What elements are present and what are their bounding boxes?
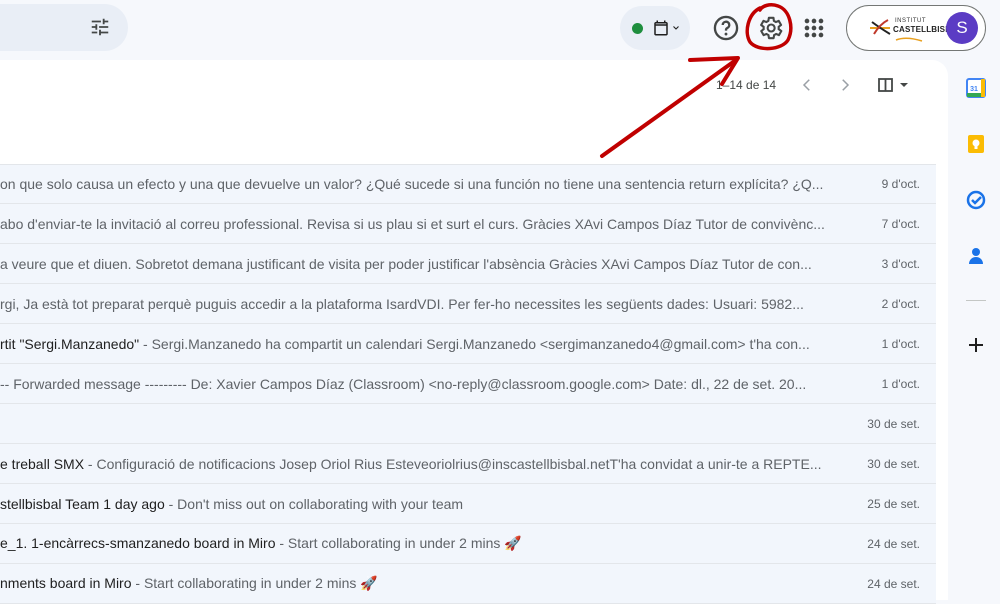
- email-snippet: - Start collaborating in under 2 mins 🚀: [131, 575, 378, 591]
- email-row-content: e treball SMX - Configuració de notifica…: [0, 456, 826, 472]
- tune-icon: [91, 18, 109, 36]
- chevron-left-icon[interactable]: [798, 76, 816, 94]
- email-row-content: rtit "Sergi.Manzanedo" - Sergi.Manzanedo…: [0, 336, 826, 352]
- contacts-icon[interactable]: [966, 246, 986, 266]
- email-row-content: abo d'enviar-te la invitació al correu p…: [0, 216, 826, 232]
- email-row-content: rgi, Ja està tot preparat perquè puguis …: [0, 296, 826, 312]
- email-subject: e treball SMX: [0, 455, 85, 472]
- email-row[interactable]: rgi, Ja està tot preparat perquè puguis …: [0, 284, 936, 324]
- email-snippet: - Sergi.Manzanedo ha compartit un calend…: [139, 335, 810, 352]
- keep-icon[interactable]: [966, 134, 986, 154]
- logo-text-institut: INSTITUT: [895, 18, 926, 24]
- help-icon[interactable]: [712, 14, 740, 42]
- email-subject: nments board in Miro: [0, 575, 132, 591]
- email-date: 30 de set.: [867, 416, 920, 431]
- email-subject: rtit "Sergi.Manzanedo": [0, 335, 140, 352]
- split-pane-icon[interactable]: [876, 76, 912, 94]
- side-panel-divider: [966, 300, 986, 301]
- email-row[interactable]: on que solo causa un efecto y una que de…: [0, 164, 936, 204]
- email-date: 2 d'oct.: [881, 296, 920, 311]
- email-date: 1 d'oct.: [881, 336, 920, 351]
- search-options-button[interactable]: [86, 13, 114, 41]
- email-list: on que solo causa un efecto y una que de…: [0, 164, 936, 604]
- email-row-content: on que solo causa un efecto y una que de…: [0, 176, 826, 192]
- email-snippet: - Configuració de notificacions Josep Or…: [84, 455, 822, 472]
- tasks-icon[interactable]: [966, 190, 986, 210]
- svg-text:31: 31: [970, 86, 978, 93]
- email-date: 1 d'oct.: [881, 376, 920, 391]
- calendar-app-icon[interactable]: 31: [966, 78, 986, 98]
- email-date: 24 de set.: [867, 576, 920, 591]
- add-icon[interactable]: [966, 335, 986, 355]
- email-row[interactable]: e_1. 1-encàrrecs-smanzanedo board in Mir…: [0, 524, 936, 564]
- email-row-content: nments board in Miro - Start collaborati…: [0, 575, 826, 592]
- email-snippet: rgi, Ja està tot preparat perquè puguis …: [0, 295, 804, 312]
- email-row-content: stellbisbal Team 1 day ago - Don't miss …: [0, 496, 826, 512]
- email-snippet: - Don't miss out on collaborating with y…: [164, 495, 464, 512]
- email-row[interactable]: abo d'enviar-te la invitació al correu p…: [0, 204, 936, 244]
- avatar[interactable]: S: [946, 12, 978, 44]
- email-row-content: a veure que et diuen. Sobretot demana ju…: [0, 256, 826, 272]
- email-date: 7 d'oct.: [881, 216, 920, 231]
- email-row-content: e_1. 1-encàrrecs-smanzanedo board in Mir…: [0, 535, 826, 552]
- email-row-content: -- Forwarded message --------- De: Xavie…: [0, 376, 826, 392]
- gear-icon[interactable]: [756, 14, 784, 42]
- email-row[interactable]: stellbisbal Team 1 day ago - Don't miss …: [0, 484, 936, 524]
- email-snippet: - Start collaborating in under 2 mins 🚀: [275, 535, 522, 551]
- email-row[interactable]: 30 de set.: [0, 404, 936, 444]
- email-date: 25 de set.: [867, 496, 920, 511]
- green-status-dot: [632, 23, 643, 34]
- email-snippet: -- Forwarded message --------- De: Xavie…: [0, 375, 807, 392]
- chevron-right-icon[interactable]: [836, 76, 854, 94]
- calendar-icon: [654, 20, 668, 36]
- email-snippet: on que solo causa un efecto y una que de…: [0, 176, 824, 192]
- email-date: 9 d'oct.: [881, 177, 920, 191]
- email-row[interactable]: -- Forwarded message --------- De: Xavie…: [0, 364, 936, 404]
- email-snippet: abo d'enviar-te la invitació al correu p…: [0, 215, 825, 232]
- email-date: 3 d'oct.: [881, 256, 920, 271]
- email-row[interactable]: e treball SMX - Configuració de notifica…: [0, 444, 936, 484]
- chevron-down-icon: [673, 26, 679, 30]
- email-row[interactable]: nments board in Miro - Start collaborati…: [0, 564, 936, 604]
- email-date: 30 de set.: [867, 456, 920, 471]
- email-snippet: a veure que et diuen. Sobretot demana ju…: [0, 255, 812, 272]
- email-row[interactable]: rtit "Sergi.Manzanedo" - Sergi.Manzanedo…: [0, 324, 936, 364]
- pagination-range: 1–14 de 14: [716, 78, 777, 92]
- email-date: 24 de set.: [867, 536, 920, 551]
- email-subject: e_1. 1-encàrrecs-smanzanedo board in Mir…: [0, 535, 276, 551]
- apps-grid-icon[interactable]: [800, 14, 828, 42]
- email-subject: stellbisbal Team 1 day ago: [0, 495, 165, 512]
- email-row[interactable]: a veure que et diuen. Sobretot demana ju…: [0, 244, 936, 284]
